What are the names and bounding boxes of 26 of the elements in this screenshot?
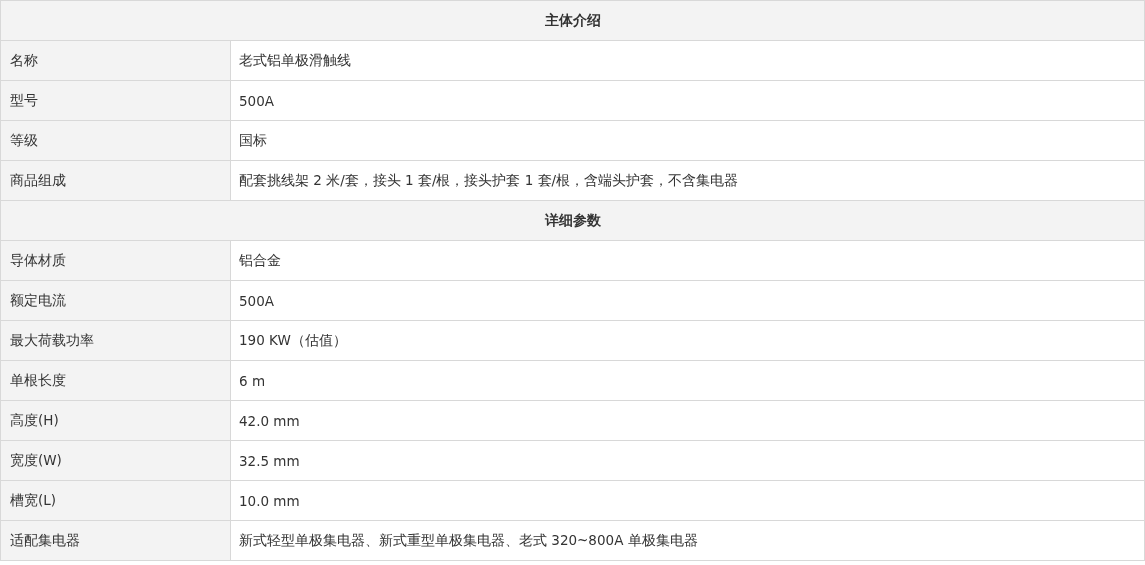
label-cell: 额定电流 — [0, 280, 231, 321]
label-cell: 商品组成 — [0, 160, 231, 201]
value-cell: 500A — [230, 80, 1145, 121]
value-cell: 国标 — [230, 120, 1145, 161]
label-cell: 等级 — [0, 120, 231, 161]
label-cell: 型号 — [0, 80, 231, 121]
value-cell: 老式铝单极滑触线 — [230, 40, 1145, 81]
section-header: 详细参数 — [0, 200, 1145, 241]
value-cell: 6 m — [230, 360, 1145, 401]
label-cell: 导体材质 — [0, 240, 231, 281]
label-cell: 单根长度 — [0, 360, 231, 401]
label-cell: 槽宽(L) — [0, 480, 231, 521]
label-cell: 名称 — [0, 40, 231, 81]
value-cell: 10.0 mm — [230, 480, 1145, 521]
value-cell: 500A — [230, 280, 1145, 321]
label-cell: 高度(H) — [0, 400, 231, 441]
value-cell: 32.5 mm — [230, 440, 1145, 481]
value-cell: 42.0 mm — [230, 400, 1145, 441]
value-cell: 190 KW（估值） — [230, 320, 1145, 361]
label-cell: 宽度(W) — [0, 440, 231, 481]
label-cell: 适配集电器 — [0, 520, 231, 561]
value-cell: 配套挑线架 2 米/套，接头 1 套/根，接头护套 1 套/根，含端头护套，不含集电器 — [230, 160, 1145, 201]
value-cell: 新式轻型单极集电器、新式重型单极集电器、老式 320~800A 单极集电器 — [230, 520, 1145, 561]
value-cell: 铝合金 — [230, 240, 1145, 281]
section-header: 主体介绍 — [0, 0, 1145, 41]
label-cell: 最大荷载功率 — [0, 320, 231, 361]
